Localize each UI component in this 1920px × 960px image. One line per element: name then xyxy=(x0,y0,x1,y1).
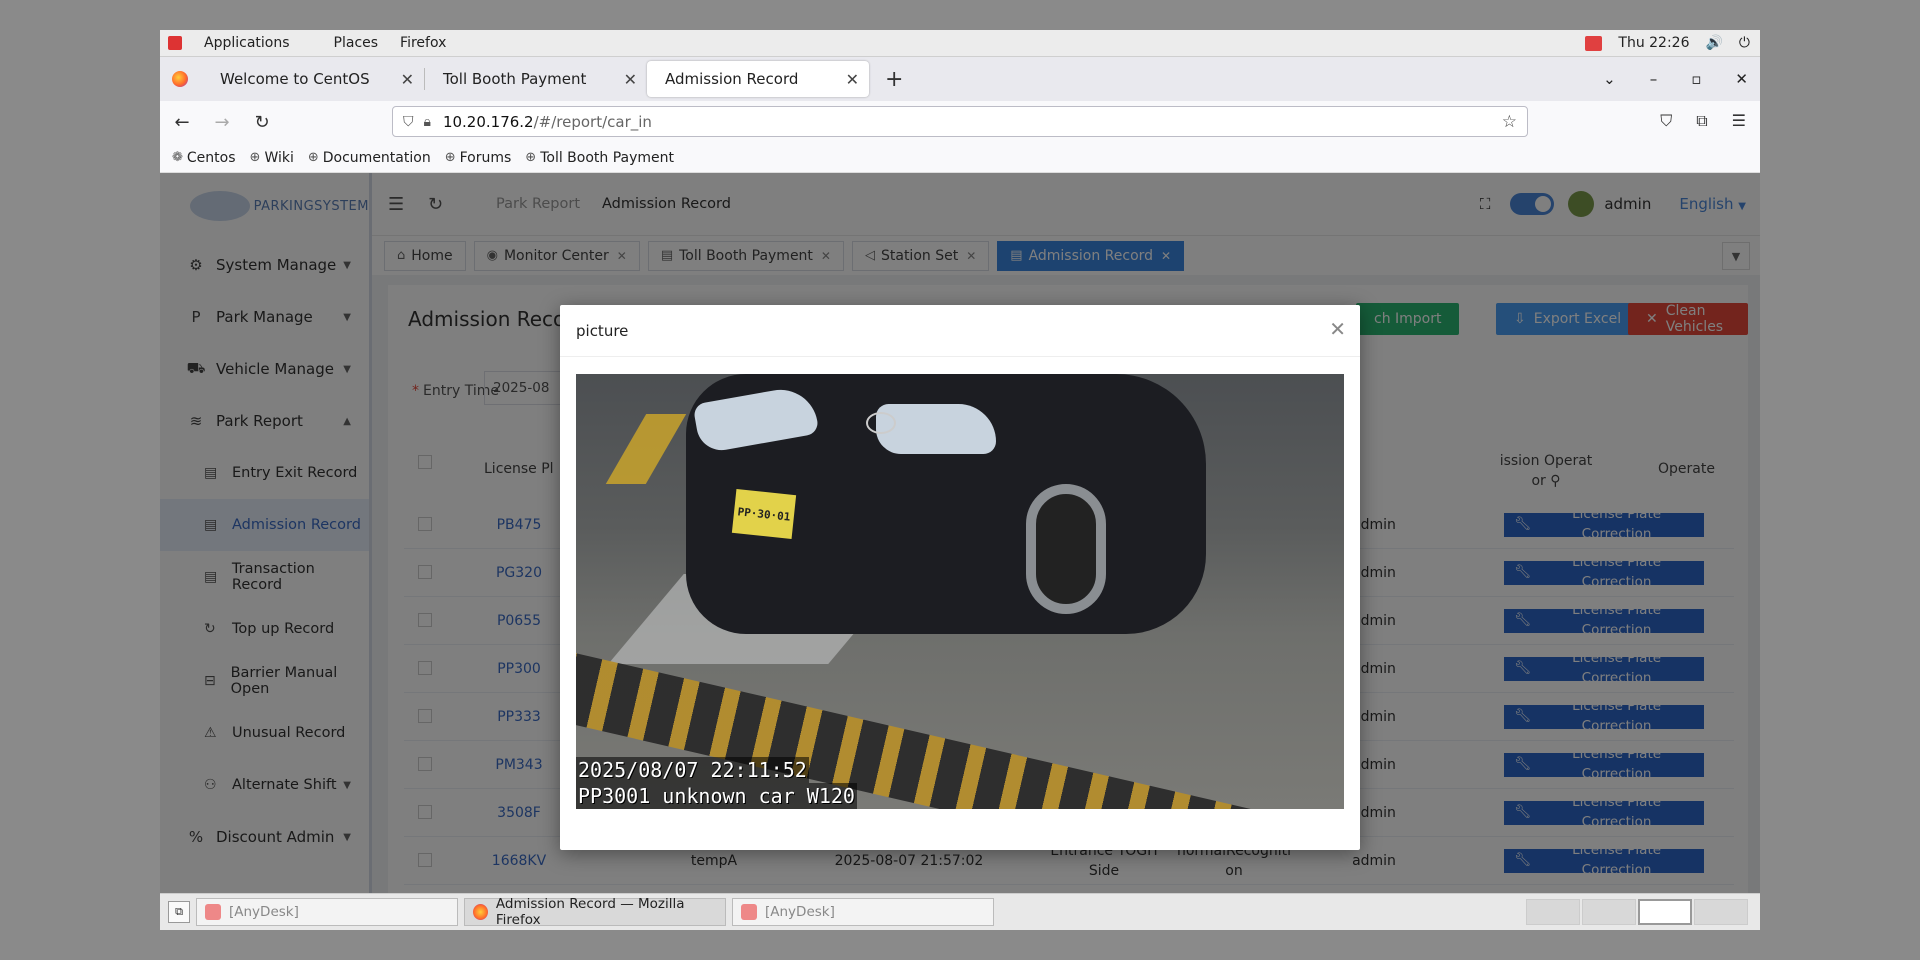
tab-list-chevron-icon[interactable]: ⌄ xyxy=(1603,70,1616,88)
workspace-switcher xyxy=(1524,899,1748,925)
dialog-title: picture xyxy=(560,305,1360,357)
volume-icon[interactable]: 🔊 xyxy=(1705,35,1722,51)
firefox-icon xyxy=(473,904,488,920)
maximize-icon[interactable]: ▫ xyxy=(1691,70,1701,88)
parking-web-app: PARKINGSYSTEM ⚙ System Manage ▼ P Park M… xyxy=(160,173,1760,893)
browser-tab-welcome[interactable]: Welcome to CentOS ✕ xyxy=(202,61,424,97)
close-tab-icon[interactable]: ✕ xyxy=(846,70,859,89)
gnome-foot-icon xyxy=(168,36,182,50)
browser-nav-bar: ← → ↻ ⛉ 🔒︎ 10.20.176.2/#/report/car_in ☆… xyxy=(160,101,1760,143)
globe-icon: ⊕ xyxy=(249,150,261,165)
bookmark-centos[interactable]: ❁ Centos xyxy=(172,150,236,166)
globe-icon: ⊕ xyxy=(525,150,537,165)
anydesk-icon xyxy=(205,904,221,920)
bookmark-wiki[interactable]: ⊕ Wiki xyxy=(250,150,294,166)
minimize-icon[interactable]: – xyxy=(1650,70,1658,88)
picture-dialog: picture ✕ PP·30·01 2025/08/07 22:11:52 P… xyxy=(560,305,1360,850)
taskbar-item-firefox[interactable]: Admission Record — Mozilla Firefox xyxy=(464,896,726,928)
desktop-taskbar: ⧉ [AnyDesk] Admission Record — Mozilla F… xyxy=(160,893,1760,930)
power-icon[interactable]: ⏻ xyxy=(1739,35,1750,51)
close-window-icon[interactable]: ✕ xyxy=(1735,70,1748,88)
desktop-screen: Applications Places Firefox Thu 22:26 🔊 … xyxy=(160,30,1760,930)
bookmark-star-icon[interactable]: ☆ xyxy=(1502,112,1517,132)
new-tab-plus-icon[interactable]: + xyxy=(885,67,903,92)
close-tab-icon[interactable]: ✕ xyxy=(624,70,637,89)
camera-osd-overlay: 2025/08/07 22:11:52 PP3001 unknown car W… xyxy=(576,757,857,809)
url-host: 10.20.176.2 xyxy=(442,112,534,131)
firefox-menu[interactable]: Firefox xyxy=(400,35,446,51)
anydesk-tray-icon[interactable] xyxy=(1585,35,1603,51)
osd-plate-info: PP3001 unknown car W120 xyxy=(576,783,857,809)
reload-icon[interactable]: ↻ xyxy=(244,112,280,133)
hamburger-menu-icon[interactable]: ☰ xyxy=(1732,111,1746,131)
close-tab-icon[interactable]: ✕ xyxy=(401,70,414,89)
osd-timestamp: 2025/08/07 22:11:52 xyxy=(576,757,809,783)
extensions-icon[interactable]: ⧉ xyxy=(1696,111,1707,131)
browser-tab-toll-booth[interactable]: Toll Booth Payment ✕ xyxy=(425,61,647,97)
browser-tab-admission-record[interactable]: Admission Record ✕ xyxy=(647,61,869,97)
globe-icon: ⊕ xyxy=(444,150,456,165)
connection-info-icon[interactable]: 🔒︎ xyxy=(424,114,431,130)
car-picture: PP·30·01 xyxy=(686,374,1206,634)
centos-icon: ❁ xyxy=(172,150,183,165)
anydesk-icon xyxy=(741,904,757,920)
firefox-logo-icon xyxy=(172,71,188,87)
gnome-top-bar: Applications Places Firefox Thu 22:26 🔊 … xyxy=(160,30,1760,57)
pocket-icon[interactable]: ⛉ xyxy=(1660,111,1672,131)
bookmark-documentation[interactable]: ⊕ Documentation xyxy=(308,150,431,166)
workspace-4[interactable] xyxy=(1694,899,1748,925)
close-dialog-icon[interactable]: ✕ xyxy=(1329,317,1346,341)
globe-icon: ⊕ xyxy=(307,150,319,165)
url-path: /#/report/car_in xyxy=(533,112,652,131)
url-bar[interactable]: ⛉ 🔒︎ 10.20.176.2/#/report/car_in ☆ xyxy=(392,106,1528,137)
shield-icon[interactable]: ⛉ xyxy=(403,114,414,130)
taskbar-item-anydesk[interactable]: [AnyDesk] xyxy=(196,898,458,926)
bookmark-toll-booth[interactable]: ⊕ Toll Booth Payment xyxy=(525,150,674,166)
applications-menu[interactable]: Applications xyxy=(168,35,312,51)
workspace-2[interactable] xyxy=(1582,899,1636,925)
photo-license-plate: PP·30·01 xyxy=(731,488,797,540)
clock[interactable]: Thu 22:26 xyxy=(1618,35,1689,51)
forward-arrow-icon[interactable]: → xyxy=(204,112,240,133)
bookmark-forums[interactable]: ⊕ Forums xyxy=(445,150,512,166)
workspace-3[interactable] xyxy=(1638,899,1692,925)
places-menu[interactable]: Places xyxy=(334,35,379,51)
vehicle-capture-image: PP·30·01 2025/08/07 22:11:52 PP3001 unkn… xyxy=(576,374,1344,809)
back-arrow-icon[interactable]: ← xyxy=(164,112,200,133)
taskbar-item-anydesk-2[interactable]: [AnyDesk] xyxy=(732,898,994,926)
workspace-1[interactable] xyxy=(1526,899,1580,925)
show-desktop-icon[interactable]: ⧉ xyxy=(168,901,190,923)
browser-tab-bar: Welcome to CentOS ✕ Toll Booth Payment ✕… xyxy=(160,57,1760,101)
bookmarks-toolbar: ❁ Centos ⊕ Wiki ⊕ Documentation ⊕ Forums ⊕ To… xyxy=(160,143,1760,173)
